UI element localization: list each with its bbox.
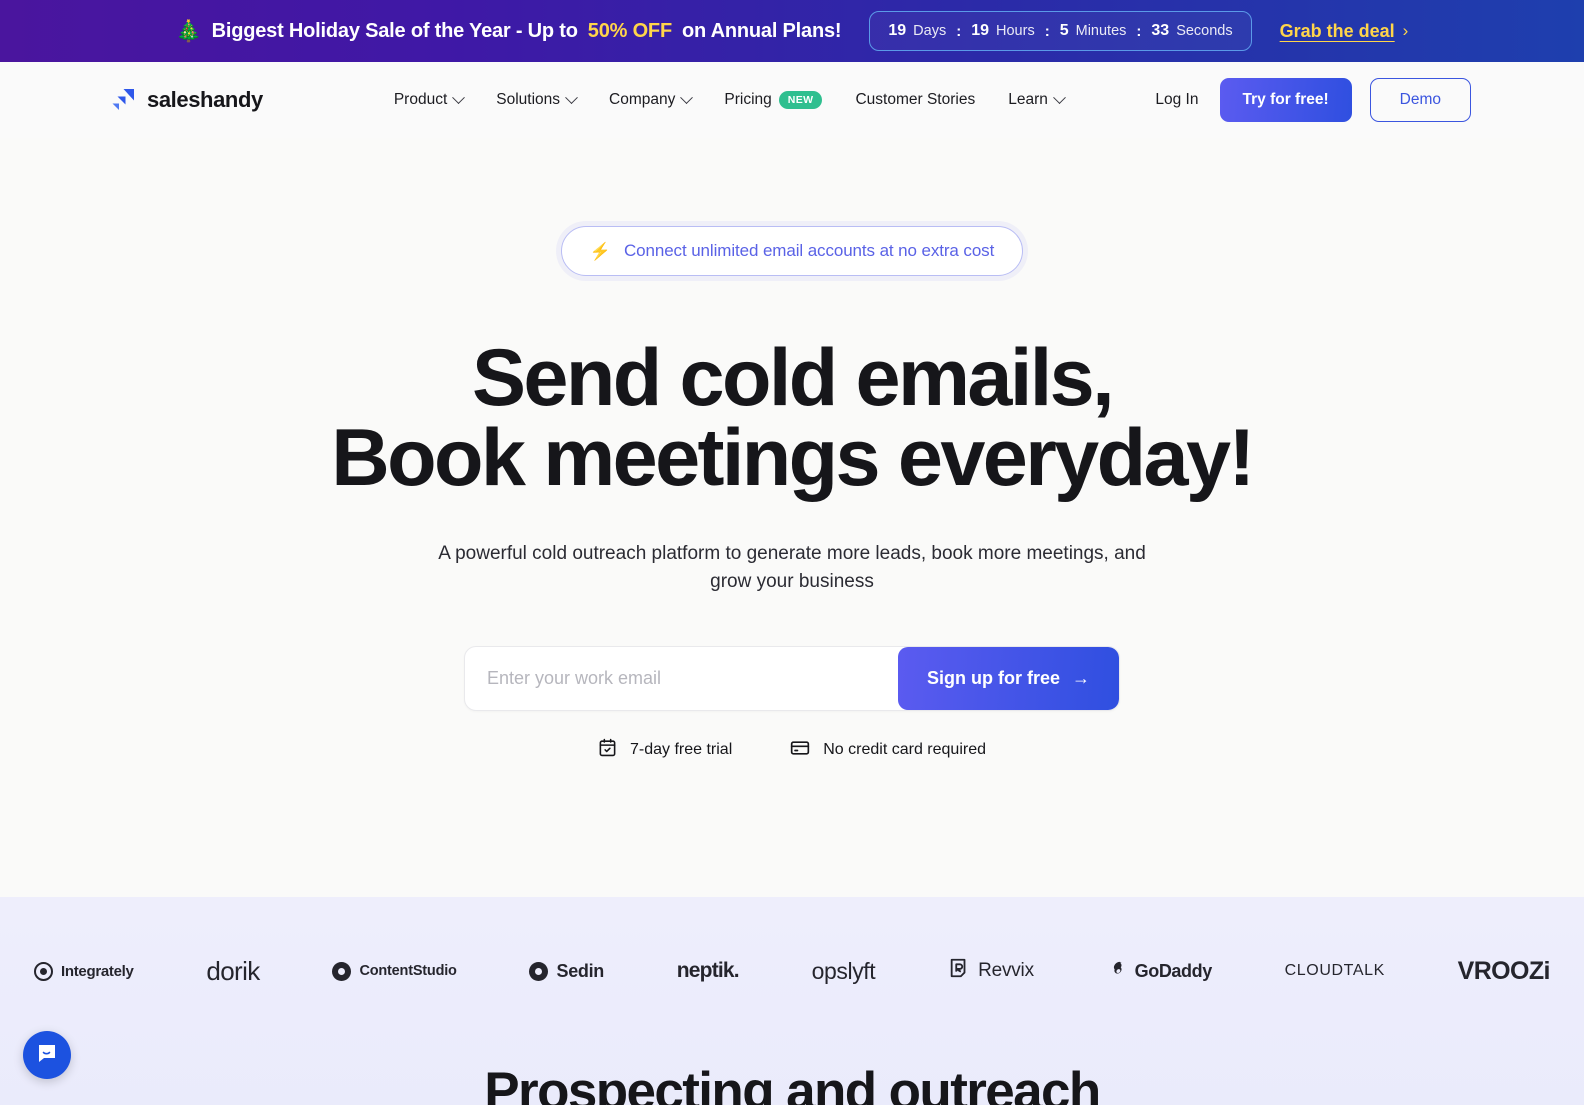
client-logo-godaddy: GoDaddy — [1107, 959, 1212, 984]
nav-item-label: Pricing — [724, 91, 772, 108]
client-logo-label: GoDaddy — [1134, 960, 1213, 981]
try-for-free-button[interactable]: Try for free! — [1219, 78, 1352, 122]
integrately-logo-icon — [34, 961, 53, 981]
countdown-seconds-label: Seconds — [1176, 23, 1233, 39]
countdown-hours-value: 19 — [971, 22, 990, 39]
promo-text-after: on Annual Plans! — [681, 19, 842, 42]
chat-launcher-button[interactable] — [23, 1031, 71, 1079]
countdown-separator: : — [1044, 22, 1050, 40]
trust-item-label: No credit card required — [823, 741, 986, 759]
grab-the-deal-label: Grab the deal — [1279, 20, 1395, 41]
client-logo-label: VROOZi — [1457, 956, 1551, 985]
bolt-icon: ⚡ — [589, 241, 611, 261]
countdown-separator: : — [956, 22, 962, 40]
chevron-down-icon — [565, 90, 578, 104]
hero-title-line1: Send cold emails, — [471, 333, 1115, 423]
client-logo-label: neptik. — [676, 959, 740, 982]
client-logo-cloudtalk: CLOUDTALK — [1285, 962, 1385, 980]
countdown-minutes-label: Minutes — [1075, 23, 1127, 39]
trust-item-label: 7-day free trial — [629, 741, 733, 759]
promo-text-before: Biggest Holiday Sale of the Year - Up to — [211, 19, 578, 42]
client-logo-revvix: Revvix — [948, 957, 1034, 985]
hero-announcement-pill[interactable]: ⚡ Connect unlimited email accounts at no… — [560, 226, 1024, 276]
grab-the-deal-link[interactable]: Grab the deal › — [1280, 21, 1409, 42]
chevron-right-icon: › — [1402, 21, 1409, 40]
nav-item-label: Learn — [1008, 91, 1048, 108]
countdown-hours-label: Hours — [996, 23, 1035, 39]
hero-pill-label: Connect unlimited email accounts at no e… — [623, 241, 995, 260]
nav-item-label: Company — [609, 91, 676, 108]
hero-subtitle-line1: A powerful cold outreach platform to gen… — [438, 543, 1146, 565]
client-logo-opslyft: opslyft — [812, 958, 876, 985]
revvix-logo-icon — [948, 957, 970, 985]
client-logo-contentstudio: ContentStudio — [332, 961, 457, 981]
chevron-down-icon — [452, 90, 466, 104]
client-logo-label: Sedin — [556, 960, 604, 981]
promo-discount-highlight: 50% OFF — [587, 19, 672, 42]
hero-title: Send cold emails, Book meetings everyday… — [0, 338, 1584, 504]
client-logo-integrately: Integrately — [34, 961, 134, 981]
brand-logo-link[interactable]: saleshandy — [110, 87, 263, 113]
main-navigation: Product Solutions Company Pricing NEW Cu… — [393, 90, 1066, 110]
hero-title-line2: Book meetings everyday! — [331, 413, 1255, 504]
client-logo-label: opslyft — [811, 957, 876, 984]
signup-form: Sign up for free → — [464, 645, 1120, 711]
nav-item-learn[interactable]: Learn — [1008, 90, 1066, 109]
client-logo-label: Revvix — [978, 960, 1034, 981]
hero-subtitle: A powerful cold outreach platform to gen… — [0, 540, 1584, 596]
nav-item-customer-stories[interactable]: Customer Stories — [855, 91, 975, 109]
site-header: saleshandy Product Solutions Company Pri… — [0, 62, 1584, 138]
client-logo-label: dorik — [206, 955, 260, 986]
chevron-down-icon — [1052, 90, 1066, 104]
credit-card-icon — [790, 738, 810, 763]
nav-item-pricing[interactable]: Pricing NEW — [724, 90, 823, 110]
client-logo-label: Integrately — [61, 962, 134, 980]
trust-item-no-credit-card: No credit card required — [790, 738, 986, 763]
hero-subtitle-line2: grow your business — [710, 571, 874, 593]
arrow-right-icon: → — [1072, 667, 1090, 688]
nav-item-label: Solutions — [496, 91, 561, 108]
trust-item-free-trial: 7-day free trial — [598, 738, 732, 762]
promo-banner: 🎄 Biggest Holiday Sale of the Year - Up … — [0, 0, 1584, 62]
countdown-days-label: Days — [913, 23, 947, 39]
calendar-check-icon — [598, 738, 617, 762]
godaddy-logo-icon — [1107, 959, 1127, 984]
countdown-timer: 19 Days : 19 Hours : 5 Minutes : 33 Seco… — [869, 11, 1252, 51]
demo-button[interactable]: Demo — [1369, 78, 1471, 122]
chevron-down-icon — [680, 90, 694, 104]
login-link[interactable]: Log In — [1155, 91, 1198, 109]
client-logo-neptik: neptik. — [676, 959, 740, 983]
sign-up-for-free-button[interactable]: Sign up for free → — [897, 646, 1119, 710]
nav-item-label: Customer Stories — [855, 91, 976, 108]
client-logo-dorik: dorik — [206, 955, 260, 987]
client-logo-vroozi: VROOZi — [1457, 956, 1551, 986]
header-actions: Log In Try for free! Demo — [1155, 78, 1471, 122]
countdown-separator: : — [1136, 22, 1142, 40]
client-logo-strip: Integrately dorik ContentStudio Sedin ne… — [0, 897, 1584, 1105]
chat-bubble-icon — [35, 1041, 59, 1070]
client-logo-row: Integrately dorik ContentStudio Sedin ne… — [0, 949, 1584, 993]
trust-indicators: 7-day free trial No credit card required — [0, 738, 1584, 763]
countdown-seconds-value: 33 — [1151, 22, 1170, 39]
saleshandy-logo-icon — [110, 87, 136, 113]
hero-section: ⚡ Connect unlimited email accounts at no… — [0, 138, 1584, 897]
christmas-bells-icon: 🎄 — [175, 19, 202, 43]
sedin-logo-icon — [529, 961, 549, 981]
contentstudio-logo-icon — [332, 961, 352, 981]
client-logo-label: ContentStudio — [359, 963, 457, 979]
promo-message: 🎄 Biggest Holiday Sale of the Year - Up … — [176, 20, 842, 43]
brand-name: saleshandy — [147, 87, 263, 112]
client-logo-label: CLOUDTALK — [1284, 962, 1385, 979]
nav-item-product[interactable]: Product — [393, 90, 466, 109]
client-logo-sedin: Sedin — [529, 961, 604, 982]
nav-item-solutions[interactable]: Solutions — [496, 90, 578, 109]
countdown-days-value: 19 — [888, 22, 907, 39]
sign-up-label: Sign up for free — [926, 667, 1060, 688]
nav-item-label: Product — [393, 91, 448, 108]
new-badge: NEW — [778, 90, 823, 110]
countdown-minutes-value: 5 — [1059, 22, 1069, 39]
next-section-title: Prospecting and outreach — [484, 1062, 1101, 1105]
nav-item-company[interactable]: Company — [609, 90, 694, 109]
work-email-input[interactable] — [465, 646, 898, 710]
